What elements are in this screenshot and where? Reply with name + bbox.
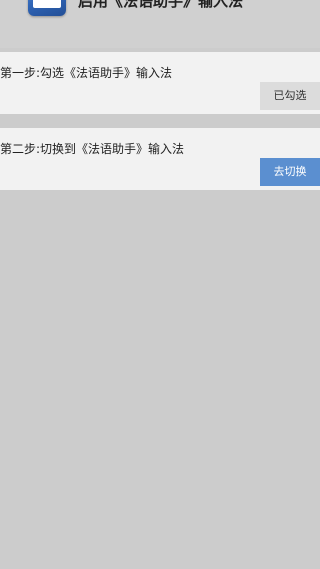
step-1-label: 第一步:勾选《法语助手》输入法 bbox=[0, 66, 173, 80]
screen: 启用《法语助手》输入法 第一步:勾选《法语助手》输入法 已勾选 第二步:切换到《… bbox=[0, 0, 320, 569]
header: 启用《法语助手》输入法 bbox=[0, 0, 320, 48]
step-card-2: 第二步:切换到《法语助手》输入法 去切换 bbox=[0, 128, 320, 190]
step-card-1: 第一步:勾选《法语助手》输入法 已勾选 bbox=[0, 52, 320, 114]
switch-button[interactable]: 去切换 bbox=[260, 158, 320, 186]
app-icon bbox=[28, 0, 66, 16]
step-2-label: 第二步:切换到《法语助手》输入法 bbox=[0, 142, 185, 156]
page-title: 启用《法语助手》输入法 bbox=[78, 0, 244, 10]
checked-button[interactable]: 已勾选 bbox=[260, 82, 320, 110]
